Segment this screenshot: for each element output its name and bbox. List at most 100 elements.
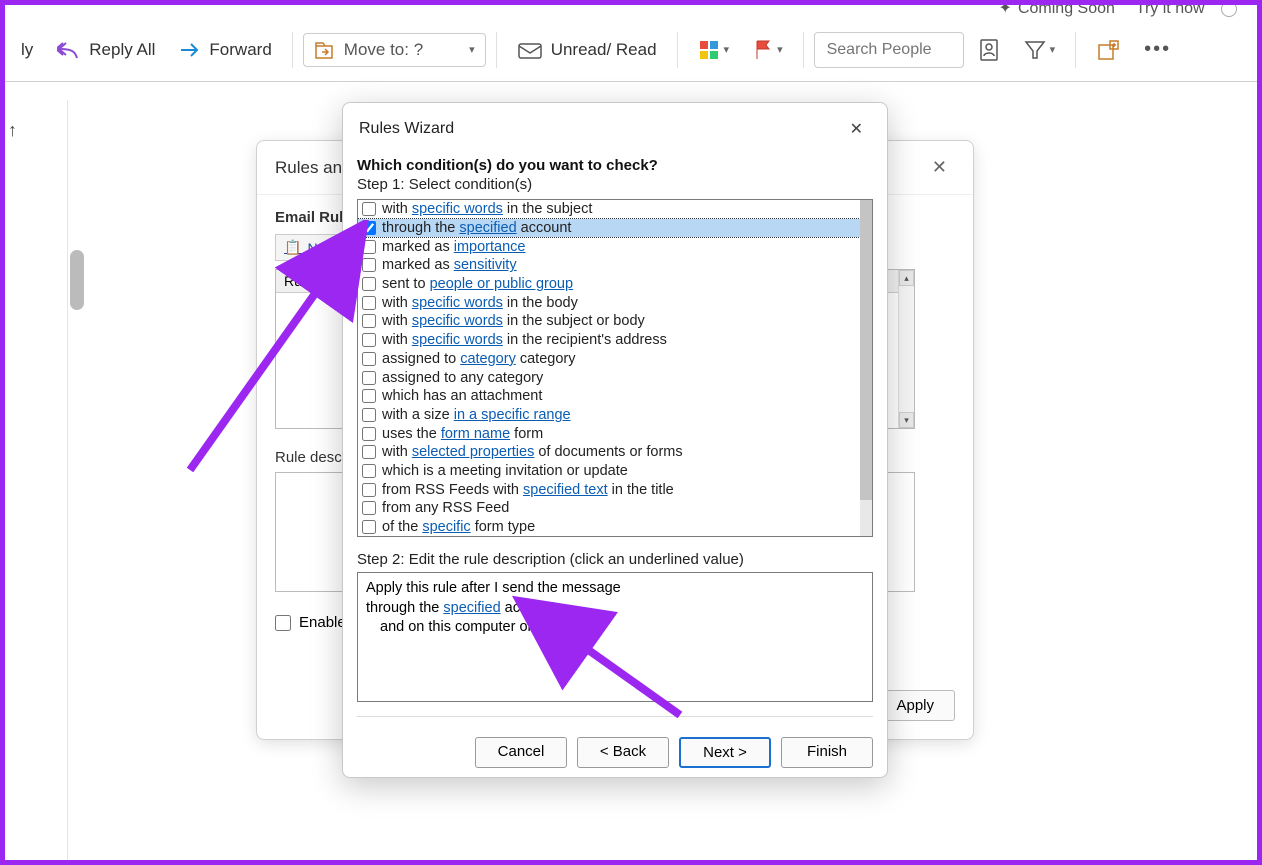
unread-read-label: Unread/ Read — [551, 40, 657, 60]
condition-link[interactable]: specific words — [412, 201, 503, 217]
condition-link[interactable]: specific words — [412, 295, 503, 311]
condition-link[interactable]: in a specific range — [454, 407, 571, 423]
condition-link[interactable]: specific words — [412, 332, 503, 348]
condition-row[interactable]: assigned to category category — [358, 350, 872, 369]
scrollbar-thumb[interactable] — [860, 200, 872, 500]
condition-link[interactable]: specific words — [412, 313, 503, 329]
condition-row[interactable]: of the specific form type — [358, 518, 872, 537]
rules-wizard-dialog: Rules Wizard ✕ Which condition(s) do you… — [342, 102, 888, 778]
unread-read-button[interactable]: Unread/ Read — [507, 34, 667, 66]
condition-checkbox[interactable] — [362, 483, 376, 497]
flag-icon — [753, 39, 773, 61]
close-icon[interactable]: ✕ — [924, 155, 955, 180]
flag-button[interactable]: ▾ — [743, 33, 793, 67]
conditions-scrollbar[interactable] — [860, 200, 872, 536]
condition-checkbox[interactable] — [362, 296, 376, 310]
enable-rss-checkbox[interactable] — [275, 615, 291, 631]
new-rule-icon: 📋 — [284, 239, 301, 256]
condition-link[interactable]: category — [460, 351, 516, 367]
condition-row[interactable]: with specific words in the body — [358, 293, 872, 312]
condition-link[interactable]: importance — [454, 239, 526, 255]
condition-checkbox[interactable] — [362, 371, 376, 385]
scrollbar-thumb[interactable] — [70, 250, 84, 310]
condition-text: with specific words in the body — [382, 295, 578, 311]
condition-row[interactable]: which is a meeting invitation or update — [358, 462, 872, 481]
condition-checkbox[interactable] — [362, 221, 376, 235]
filter-button[interactable]: ▾ — [1014, 33, 1066, 67]
condition-row[interactable]: with specific words in the recipient's a… — [358, 331, 872, 350]
condition-link[interactable]: selected properties — [412, 444, 535, 460]
scroll-down-icon[interactable]: ▾ — [899, 412, 914, 428]
condition-link[interactable]: specified text — [523, 482, 608, 498]
condition-row[interactable]: with specific words in the subject — [358, 200, 872, 219]
rule-description-editor[interactable]: Apply this rule after I send the message… — [357, 572, 873, 702]
condition-row[interactable]: with selected properties of documents or… — [358, 443, 872, 462]
condition-row[interactable]: with a size in a specific range — [358, 406, 872, 425]
categorize-button[interactable]: ▾ — [688, 33, 740, 67]
next-button[interactable]: Next > — [679, 737, 771, 768]
forward-button[interactable]: Forward — [169, 34, 281, 66]
address-book-button[interactable] — [968, 32, 1010, 68]
condition-link[interactable]: sensitivity — [454, 257, 517, 273]
reply-button-partial[interactable]: ly — [11, 34, 43, 66]
condition-checkbox[interactable] — [362, 427, 376, 441]
scroll-up-icon[interactable]: ▴ — [899, 270, 914, 286]
condition-text: assigned to any category — [382, 370, 543, 386]
condition-checkbox[interactable] — [362, 202, 376, 216]
reply-all-button[interactable]: Reply All — [47, 34, 165, 66]
condition-text: from RSS Feeds with specified text in th… — [382, 482, 674, 498]
condition-text: from any RSS Feed — [382, 500, 509, 516]
condition-row[interactable]: from any RSS Feed — [358, 499, 872, 518]
rules-scrollbar[interactable]: ▴ ▾ — [898, 270, 914, 428]
up-arrow-icon[interactable]: ↑ — [8, 120, 17, 141]
addins-button[interactable] — [1086, 32, 1130, 68]
condition-row[interactable]: assigned to any category — [358, 368, 872, 387]
filter-icon — [1024, 39, 1046, 61]
condition-link[interactable]: specific — [422, 519, 470, 535]
condition-link[interactable]: people or public group — [430, 276, 574, 292]
condition-checkbox[interactable] — [362, 333, 376, 347]
condition-row[interactable]: sent to people or public group — [358, 275, 872, 294]
condition-checkbox[interactable] — [362, 464, 376, 478]
condition-checkbox[interactable] — [362, 314, 376, 328]
chevron-down-icon: ▾ — [777, 43, 783, 56]
move-to-label: Move to: ? — [344, 40, 423, 60]
condition-text: with specific words in the subject — [382, 201, 592, 217]
condition-row[interactable]: marked as importance — [358, 237, 872, 256]
specified-account-link[interactable]: specified — [443, 600, 500, 616]
cancel-button[interactable]: Cancel — [475, 737, 567, 768]
condition-checkbox[interactable] — [362, 277, 376, 291]
condition-checkbox[interactable] — [362, 501, 376, 515]
close-icon[interactable]: ✕ — [842, 115, 871, 143]
condition-checkbox[interactable] — [362, 389, 376, 403]
condition-text: with specific words in the recipient's a… — [382, 332, 667, 348]
condition-checkbox[interactable] — [362, 520, 376, 534]
condition-row[interactable]: uses the form name form — [358, 424, 872, 443]
condition-row[interactable]: from RSS Feeds with specified text in th… — [358, 480, 872, 499]
condition-row[interactable]: which has an attachment — [358, 387, 872, 406]
condition-row[interactable]: through the specified account — [358, 219, 872, 238]
condition-checkbox[interactable] — [362, 240, 376, 254]
desc-line3: and on this computer only — [366, 618, 864, 638]
condition-row[interactable]: with specific words in the subject or bo… — [358, 312, 872, 331]
condition-link[interactable]: specified — [459, 220, 516, 236]
condition-checkbox[interactable] — [362, 445, 376, 459]
conditions-list[interactable]: with specific words in the subject throug… — [357, 199, 873, 537]
condition-checkbox[interactable] — [362, 408, 376, 422]
condition-text: through the specified account — [382, 220, 571, 236]
back-button[interactable]: < Back — [577, 737, 669, 768]
folder-pane-edge — [30, 100, 68, 860]
search-people-input[interactable] — [814, 32, 964, 68]
condition-row[interactable]: marked as sensitivity — [358, 256, 872, 275]
move-to-dropdown[interactable]: Move to: ? ▾ — [303, 33, 486, 67]
chevron-down-icon: ▾ — [1050, 43, 1056, 56]
condition-link[interactable]: form name — [441, 426, 510, 442]
chevron-down-icon: ▾ — [724, 43, 730, 56]
condition-checkbox[interactable] — [362, 352, 376, 366]
condition-text: marked as sensitivity — [382, 257, 517, 273]
condition-text: sent to people or public group — [382, 276, 573, 292]
addins-icon — [1096, 38, 1120, 62]
more-button[interactable]: ••• — [1134, 32, 1181, 67]
finish-button[interactable]: Finish — [781, 737, 873, 768]
condition-checkbox[interactable] — [362, 258, 376, 272]
